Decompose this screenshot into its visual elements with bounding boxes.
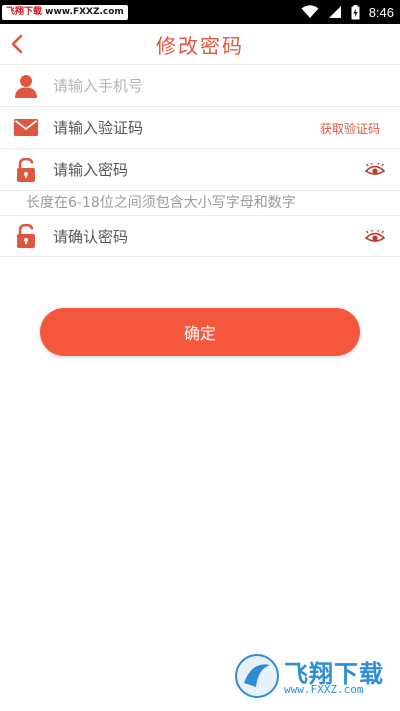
- status-time: 8:46: [368, 4, 394, 20]
- password-row: [0, 148, 400, 190]
- change-password-form: 获取验证码 长度在6-18位之间须包含大小写字母和数字: [0, 64, 400, 257]
- eye-icon: [365, 230, 385, 242]
- watermark-brand: 飞翔下载: [6, 7, 43, 17]
- show-confirm-password-toggle[interactable]: [364, 228, 386, 246]
- watermark-url: www.FXXZ.com: [45, 7, 124, 17]
- watermark-logo: 飞翔下载 www.FXXZ.com: [234, 652, 390, 700]
- app-bar: 修改密码: [0, 24, 400, 64]
- status-bar: 飞翔下载 www.FXXZ.com 8:46: [0, 0, 400, 24]
- get-code-button[interactable]: 获取验证码: [320, 120, 380, 137]
- code-row: 获取验证码: [0, 106, 400, 148]
- phone-row: [0, 64, 400, 106]
- watermark-badge: 飞翔下载 www.FXXZ.com: [2, 5, 128, 20]
- lock-icon: [13, 216, 39, 256]
- confirm-password-input[interactable]: [53, 224, 340, 250]
- wifi-icon: [301, 5, 319, 18]
- code-input[interactable]: [53, 115, 340, 141]
- confirm-button[interactable]: 确定: [40, 308, 360, 356]
- password-input[interactable]: [53, 157, 340, 183]
- status-icons: 8:46: [301, 3, 394, 21]
- password-hint: 长度在6-18位之间须包含大小写字母和数字: [0, 190, 400, 215]
- eye-icon: [365, 163, 385, 175]
- battery-icon: [351, 4, 360, 19]
- watermark-logo-url: www.FXXZ.com: [284, 683, 364, 696]
- user-icon: [13, 65, 39, 106]
- signal-icon: [328, 6, 341, 18]
- page-title: 修改密码: [156, 34, 244, 58]
- mail-icon: [13, 107, 39, 148]
- confirm-password-row: [0, 215, 400, 257]
- show-password-toggle[interactable]: [364, 161, 386, 179]
- phone-input[interactable]: [53, 73, 340, 99]
- watermark-swirl-icon: [235, 654, 279, 698]
- lock-icon: [13, 149, 39, 190]
